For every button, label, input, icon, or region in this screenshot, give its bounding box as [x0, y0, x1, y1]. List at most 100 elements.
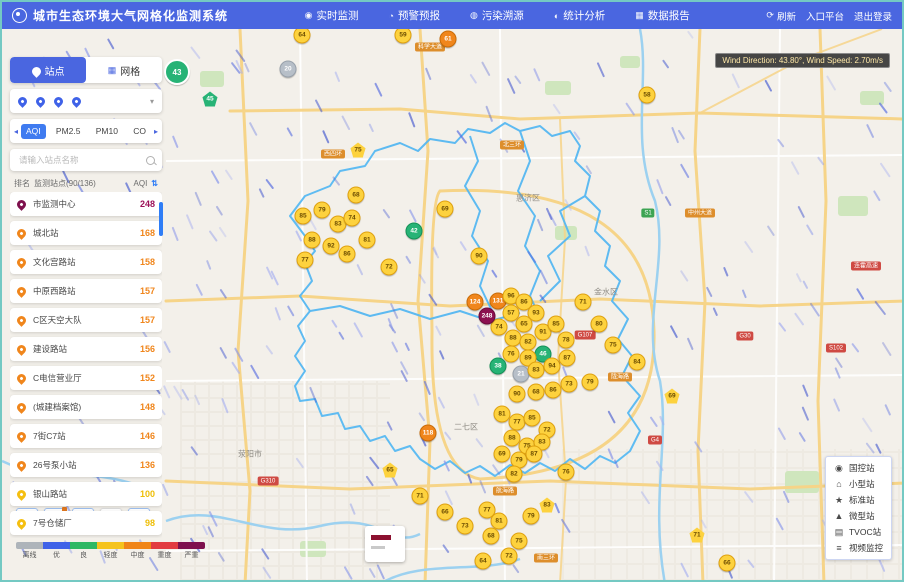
- map-marker[interactable]: 71: [412, 488, 429, 505]
- map-marker[interactable]: 73: [561, 376, 578, 393]
- map-marker[interactable]: 81: [359, 232, 376, 249]
- legend-row-标准站: ★标准站: [834, 494, 883, 506]
- map-marker[interactable]: 69: [437, 201, 454, 218]
- chips-right-arrow[interactable]: ▸: [153, 127, 159, 136]
- map-marker[interactable]: 85: [295, 208, 312, 225]
- map-marker[interactable]: 124: [467, 294, 484, 311]
- map-marker[interactable]: 79: [314, 202, 331, 219]
- map-marker[interactable]: 66: [719, 555, 736, 572]
- map-marker[interactable]: 87: [526, 446, 543, 463]
- map-marker[interactable]: 74: [344, 210, 361, 227]
- nav-item-3[interactable]: ◍污染溯源: [470, 8, 524, 23]
- wind-streak: [244, 63, 250, 73]
- station-row-7[interactable]: C电信营业厅152: [10, 366, 162, 390]
- pollutant-chip-AQI[interactable]: AQI: [21, 124, 46, 139]
- station-row-12[interactable]: 7号仓储厂98: [10, 511, 162, 535]
- station-name: 建设路站: [33, 343, 133, 355]
- map-marker[interactable]: 43: [164, 59, 190, 85]
- map-marker[interactable]: 65: [516, 316, 533, 333]
- map-marker[interactable]: 61: [440, 31, 457, 48]
- pollutant-chip-PM10[interactable]: PM10: [91, 124, 123, 139]
- map-marker[interactable]: 88: [304, 232, 321, 249]
- pin-small-icon[interactable]: [34, 95, 47, 108]
- map-marker[interactable]: 80: [591, 316, 608, 333]
- station-row-9[interactable]: 7街C7站146: [10, 424, 162, 448]
- station-pin-icon: [15, 517, 28, 530]
- map-marker[interactable]: 87: [559, 350, 576, 367]
- map-marker[interactable]: 68: [528, 384, 545, 401]
- map-marker[interactable]: 20: [280, 61, 297, 78]
- station-name: 城北站: [33, 227, 133, 239]
- map-marker[interactable]: 38: [490, 358, 507, 375]
- map-marker[interactable]: 82: [506, 466, 523, 483]
- map-marker[interactable]: 72: [501, 548, 518, 565]
- sort-icon[interactable]: ⇅: [151, 179, 158, 188]
- map-marker[interactable]: 64: [475, 553, 492, 570]
- nav-item-1[interactable]: ◉实时监测: [305, 8, 359, 23]
- map-marker[interactable]: 73: [457, 518, 474, 535]
- station-row-1[interactable]: 市监测中心248: [10, 192, 162, 216]
- map-marker[interactable]: 76: [503, 346, 520, 363]
- station-row-5[interactable]: C区天空大队157: [10, 308, 162, 332]
- map-marker[interactable]: 90: [509, 386, 526, 403]
- list-scrollbar[interactable]: [159, 202, 163, 236]
- tab-网格[interactable]: ▦网格: [86, 57, 162, 83]
- station-aqi-value: 168: [140, 228, 155, 238]
- nav-item-2[interactable]: ◔预警预报: [389, 8, 440, 23]
- map-marker[interactable]: 58: [639, 87, 656, 104]
- map-popup[interactable]: [365, 526, 405, 562]
- map-marker[interactable]: 83: [528, 362, 545, 379]
- map-marker[interactable]: 92: [323, 238, 340, 255]
- map-marker[interactable]: 79: [523, 508, 540, 525]
- tab-站点[interactable]: 站点: [10, 57, 86, 83]
- pin-micro-icon[interactable]: [70, 95, 83, 108]
- search-input[interactable]: [17, 154, 141, 166]
- map-marker[interactable]: 85: [548, 316, 565, 333]
- header-right-item-1[interactable]: ⟳刷新: [766, 9, 796, 23]
- map-marker[interactable]: 72: [381, 259, 398, 276]
- pin-standard-icon[interactable]: [52, 95, 65, 108]
- map-marker[interactable]: 90: [471, 248, 488, 265]
- map-marker[interactable]: 71: [575, 294, 592, 311]
- map-marker[interactable]: 86: [339, 246, 356, 263]
- station-row-6[interactable]: 建设路站156: [10, 337, 162, 361]
- map-marker[interactable]: 118: [420, 425, 437, 442]
- pollutant-chip-PM2.5[interactable]: PM2.5: [51, 124, 86, 139]
- station-name: 市监测中心: [33, 198, 133, 210]
- station-row-4[interactable]: 中原西路站157: [10, 279, 162, 303]
- map-marker[interactable]: 248: [479, 308, 496, 325]
- station-row-2[interactable]: 城北站 168: [10, 221, 162, 245]
- map-marker[interactable]: 82: [520, 334, 537, 351]
- chips-left-arrow[interactable]: ◂: [13, 127, 19, 136]
- map-marker[interactable]: 86: [545, 382, 562, 399]
- station-row-8[interactable]: (城建档案馆)148: [10, 395, 162, 419]
- map-marker[interactable]: 42: [406, 223, 423, 240]
- map-marker[interactable]: 68: [348, 187, 365, 204]
- map-marker[interactable]: 78: [558, 332, 575, 349]
- map-marker[interactable]: 75: [605, 337, 622, 354]
- map-marker[interactable]: 77: [297, 252, 314, 269]
- nav-item-5[interactable]: ▦数据报告: [635, 8, 690, 23]
- map-marker[interactable]: 66: [437, 504, 454, 521]
- wind-streak: [344, 566, 353, 580]
- pollutant-chip-CO[interactable]: CO: [128, 124, 151, 139]
- map-marker[interactable]: 79: [582, 374, 599, 391]
- map-marker[interactable]: 68: [483, 528, 500, 545]
- header-right-item-2[interactable]: 入口平台: [806, 9, 844, 23]
- header-right-item-3[interactable]: 退出登录: [854, 9, 892, 23]
- wind-streak: [835, 367, 841, 378]
- map-marker[interactable]: 76: [558, 464, 575, 481]
- chevron-down-icon[interactable]: ▾: [150, 97, 154, 106]
- pin-national-icon[interactable]: [16, 95, 29, 108]
- map-marker[interactable]: 85: [524, 410, 541, 427]
- wind-streak: [798, 205, 805, 217]
- map-marker[interactable]: 69: [494, 446, 511, 463]
- map-marker[interactable]: 75: [511, 533, 528, 550]
- map-marker[interactable]: 84: [629, 354, 646, 371]
- station-row-10[interactable]: 26号泵小站136: [10, 453, 162, 477]
- station-row-11[interactable]: 银山路站100: [10, 482, 162, 506]
- station-row-3[interactable]: 文化宫路站158: [10, 250, 162, 274]
- wind-streak: [857, 288, 865, 300]
- search-icon[interactable]: [146, 156, 155, 165]
- nav-item-4[interactable]: ◐统计分析: [554, 8, 605, 23]
